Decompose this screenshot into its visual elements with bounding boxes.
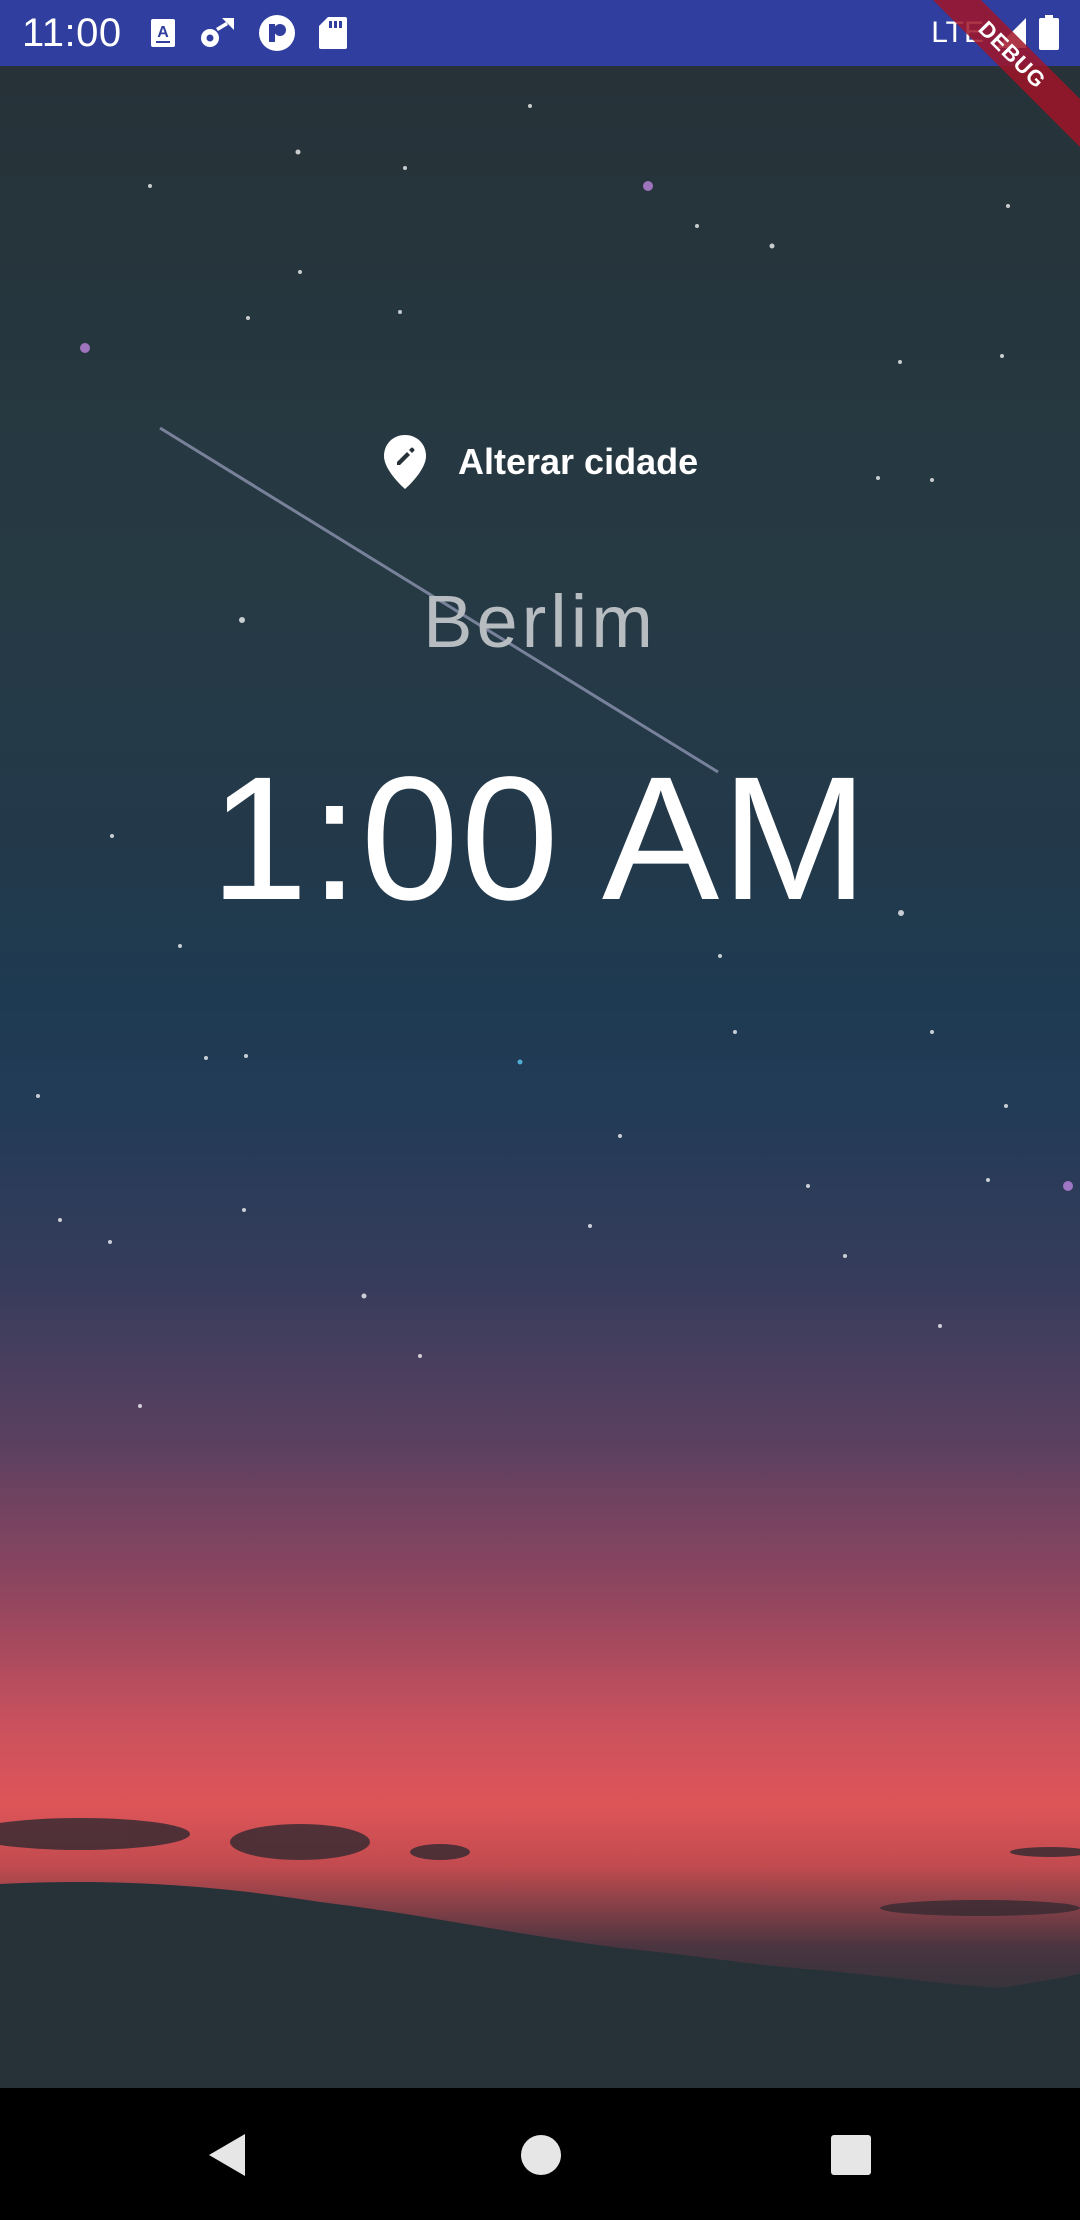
recents-button[interactable] [826,2130,876,2180]
status-notification-icons: A [150,14,348,52]
recents-icon [831,2135,871,2175]
home-icon [521,2135,561,2175]
home-button[interactable] [516,2130,566,2180]
settings-sync-icon [201,18,234,47]
signal-icon [996,18,1026,48]
app-screen: 11:00 A LTE DEBUG Alterar cidade Berlim … [0,0,1080,2220]
change-city-label: Alterar cidade [458,441,699,482]
starry-sky-illustration [0,104,1080,2088]
status-system-icons: LTE [931,12,1060,54]
background-image [0,66,1080,2088]
a-keyboard-icon: A [151,19,175,47]
edit-location-icon [384,435,426,489]
vpn-key-icon [259,15,295,51]
status-bar: 11:00 A LTE [0,0,1080,66]
battery-icon [1039,15,1059,50]
svg-text:A: A [157,24,169,41]
back-icon [209,2134,245,2176]
navigation-bar [0,2088,1080,2220]
city-name: Berlim [423,580,657,663]
back-button[interactable] [202,2130,252,2180]
network-type: LTE [931,16,984,49]
time-display: 1:00 AM [210,741,870,937]
sd-card-icon [319,17,347,49]
status-time: 11:00 [22,11,122,55]
change-city-button[interactable]: Alterar cidade [382,430,698,494]
